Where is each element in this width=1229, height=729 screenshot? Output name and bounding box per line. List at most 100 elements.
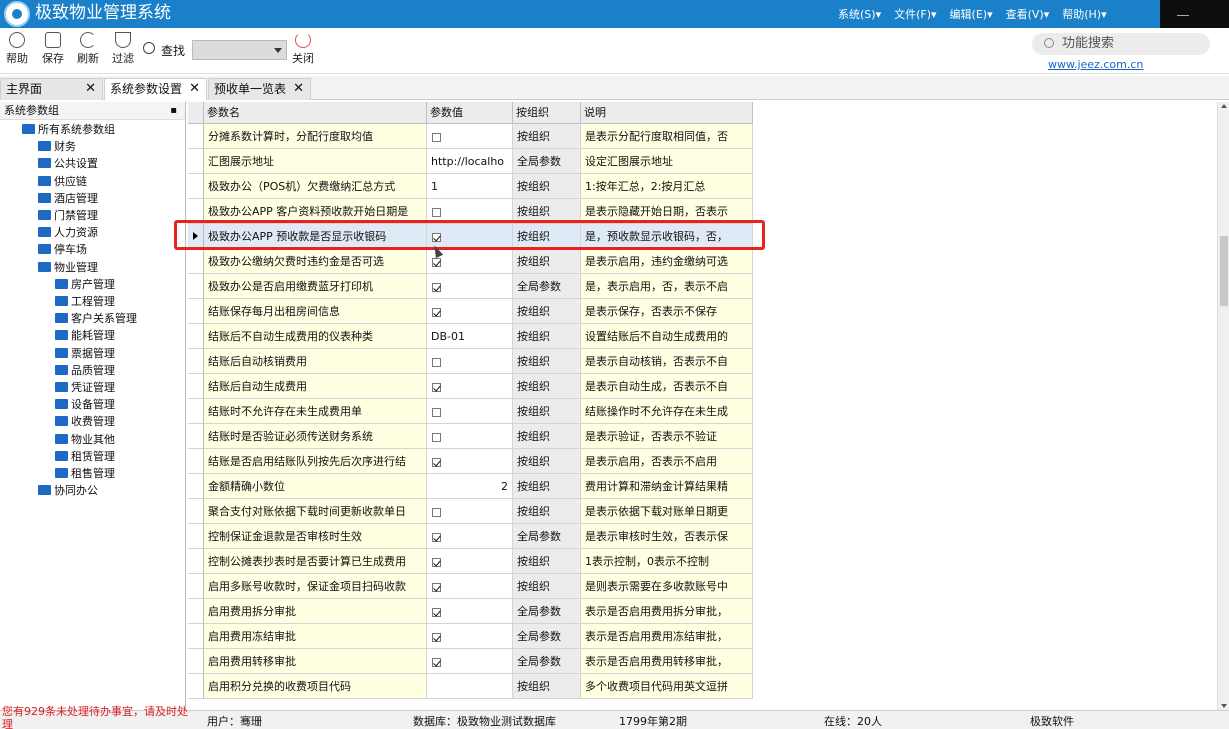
- param-name-cell[interactable]: 启用积分兑换的收费项目代码: [204, 674, 427, 699]
- param-scope-cell[interactable]: 全局参数: [513, 599, 581, 624]
- tree-item-group[interactable]: 物业管理: [38, 259, 98, 276]
- row-header[interactable]: [188, 124, 204, 149]
- save-button[interactable]: 保存: [42, 30, 64, 66]
- scroll-up-icon[interactable]: [1221, 104, 1227, 108]
- col-header-scope[interactable]: 按组织: [513, 102, 581, 124]
- menu-system[interactable]: 系统(S)▾: [838, 6, 881, 22]
- param-checkbox[interactable]: [432, 557, 441, 567]
- param-checkbox[interactable]: [432, 207, 441, 217]
- param-checkbox[interactable]: [432, 507, 441, 517]
- function-search-input[interactable]: 功能搜索: [1032, 33, 1210, 55]
- param-name-cell[interactable]: 结账保存每月出租房间信息: [204, 299, 427, 324]
- tree-item-group[interactable]: 协同办公: [38, 482, 98, 499]
- param-name-cell[interactable]: 控制保证金退款是否审核时生效: [204, 524, 427, 549]
- col-header-value[interactable]: 参数值: [427, 102, 513, 124]
- param-desc-cell[interactable]: 多个收费项目代码用英文逗拼: [581, 674, 753, 699]
- param-value-cell[interactable]: [427, 349, 513, 374]
- param-desc-cell[interactable]: 是表示分配行度取相同值，否: [581, 124, 753, 149]
- table-row[interactable]: 结账时是否验证必须传送财务系统 按组织 是表示验证，否表示不验证: [188, 424, 753, 449]
- param-checkbox[interactable]: [432, 457, 441, 467]
- row-header[interactable]: [188, 349, 204, 374]
- param-checkbox[interactable]: [432, 582, 441, 592]
- tree-item-child[interactable]: 凭证管理: [55, 379, 115, 396]
- tree-item-child[interactable]: 票据管理: [55, 345, 115, 362]
- param-desc-cell[interactable]: 设定汇图展示地址: [581, 149, 753, 174]
- param-value-cell[interactable]: [427, 549, 513, 574]
- tree-item-child[interactable]: 工程管理: [55, 293, 115, 310]
- param-value-cell[interactable]: [427, 399, 513, 424]
- table-row[interactable]: 极致办公（POS机）欠费缴纳汇总方式 1 按组织 1:按年汇总，2:按月汇总: [188, 174, 753, 199]
- row-header[interactable]: [188, 249, 204, 274]
- param-name-cell[interactable]: 聚合支付对账依据下载时间更新收款单日: [204, 499, 427, 524]
- table-row[interactable]: 启用费用拆分审批 全局参数 表示是否启用费用拆分审批，: [188, 599, 753, 624]
- param-scope-cell[interactable]: 按组织: [513, 399, 581, 424]
- close-icon[interactable]: ✕: [85, 79, 96, 99]
- menu-view[interactable]: 查看(V)▾: [1006, 6, 1050, 22]
- param-scope-cell[interactable]: 按组织: [513, 449, 581, 474]
- col-header-desc[interactable]: 说明: [581, 102, 753, 124]
- param-value-cell[interactable]: [427, 649, 513, 674]
- param-checkbox[interactable]: [432, 382, 441, 392]
- row-header[interactable]: [188, 499, 204, 524]
- tree-item-child[interactable]: 租售管理: [55, 465, 115, 482]
- param-desc-cell[interactable]: 是表示启用，否表示不启用: [581, 449, 753, 474]
- table-row[interactable]: 极致办公缴纳欠费时违约金是否可选 按组织 是表示启用，违约金缴纳可选: [188, 249, 753, 274]
- row-header[interactable]: [188, 274, 204, 299]
- tree-item-child[interactable]: 品质管理: [55, 362, 115, 379]
- param-scope-cell[interactable]: 按组织: [513, 549, 581, 574]
- param-name-cell[interactable]: 启用费用拆分审批: [204, 599, 427, 624]
- param-desc-cell[interactable]: 1:按年汇总，2:按月汇总: [581, 174, 753, 199]
- row-header[interactable]: [188, 299, 204, 324]
- menu-help[interactable]: 帮助(H)▾: [1062, 6, 1106, 22]
- param-name-cell[interactable]: 极致办公（POS机）欠费缴纳汇总方式: [204, 174, 427, 199]
- param-desc-cell[interactable]: 是表示审核时生效，否表示保: [581, 524, 753, 549]
- param-scope-cell[interactable]: 全局参数: [513, 149, 581, 174]
- param-scope-cell[interactable]: 全局参数: [513, 274, 581, 299]
- param-value-cell[interactable]: [427, 674, 513, 699]
- find-dropdown[interactable]: [192, 40, 287, 60]
- param-checkbox[interactable]: [432, 657, 441, 667]
- row-header[interactable]: [188, 649, 204, 674]
- tree-item-child[interactable]: 物业其他: [55, 431, 115, 448]
- close-button[interactable]: 关闭: [292, 30, 314, 66]
- table-row[interactable]: 结账时不允许存在未生成费用单 按组织 结账操作时不允许存在未生成: [188, 399, 753, 424]
- param-scope-cell[interactable]: 按组织: [513, 499, 581, 524]
- param-name-cell[interactable]: 启用费用转移审批: [204, 649, 427, 674]
- help-button[interactable]: 帮助: [6, 30, 28, 66]
- param-scope-cell[interactable]: 全局参数: [513, 624, 581, 649]
- param-scope-cell[interactable]: 按组织: [513, 349, 581, 374]
- param-name-cell[interactable]: 启用费用冻结审批: [204, 624, 427, 649]
- table-row[interactable]: 启用费用转移审批 全局参数 表示是否启用费用转移审批，: [188, 649, 753, 674]
- row-header[interactable]: [188, 549, 204, 574]
- param-value-cell[interactable]: [427, 374, 513, 399]
- param-desc-cell[interactable]: 表示是否启用费用拆分审批，: [581, 599, 753, 624]
- param-scope-cell[interactable]: 全局参数: [513, 524, 581, 549]
- table-row[interactable]: 金额精确小数位 2 按组织 费用计算和滞纳金计算结果精: [188, 474, 753, 499]
- param-value-cell[interactable]: 2: [427, 474, 513, 499]
- param-desc-cell[interactable]: 是，表示启用，否，表示不启: [581, 274, 753, 299]
- filter-button[interactable]: 过滤: [112, 30, 134, 66]
- table-row[interactable]: 汇图展示地址 http://localho 全局参数 设定汇图展示地址: [188, 149, 753, 174]
- param-scope-cell[interactable]: 按组织: [513, 574, 581, 599]
- param-name-cell[interactable]: 结账时不允许存在未生成费用单: [204, 399, 427, 424]
- table-row[interactable]: 分摊系数计算时，分配行度取均值 按组织 是表示分配行度取相同值，否: [188, 124, 753, 149]
- param-checkbox[interactable]: [432, 432, 441, 442]
- table-row[interactable]: 控制公摊表抄表时是否要计算已生成费用 按组织 1表示控制，0表示不控制: [188, 549, 753, 574]
- table-row[interactable]: 结账保存每月出租房间信息 按组织 是表示保存，否表示不保存: [188, 299, 753, 324]
- param-value-cell[interactable]: [427, 574, 513, 599]
- table-row[interactable]: 结账是否启用结账队列按先后次序进行结 按组织 是表示启用，否表示不启用: [188, 449, 753, 474]
- row-header[interactable]: [188, 674, 204, 699]
- col-header-name[interactable]: 参数名: [204, 102, 427, 124]
- param-scope-cell[interactable]: 全局参数: [513, 649, 581, 674]
- param-desc-cell[interactable]: 是表示自动核销，否表示不自: [581, 349, 753, 374]
- tree-item-group[interactable]: 酒店管理: [38, 190, 98, 207]
- param-value-cell[interactable]: [427, 124, 513, 149]
- param-checkbox[interactable]: [432, 357, 441, 367]
- row-header[interactable]: [188, 599, 204, 624]
- tree-item-child[interactable]: 收费管理: [55, 413, 115, 430]
- row-header[interactable]: [188, 174, 204, 199]
- param-name-cell[interactable]: 结账后自动生成费用: [204, 374, 427, 399]
- param-checkbox[interactable]: [432, 132, 441, 142]
- param-desc-cell[interactable]: 是表示启用，违约金缴纳可选: [581, 249, 753, 274]
- table-row[interactable]: 聚合支付对账依据下载时间更新收款单日 按组织 是表示依据下载对账单日期更: [188, 499, 753, 524]
